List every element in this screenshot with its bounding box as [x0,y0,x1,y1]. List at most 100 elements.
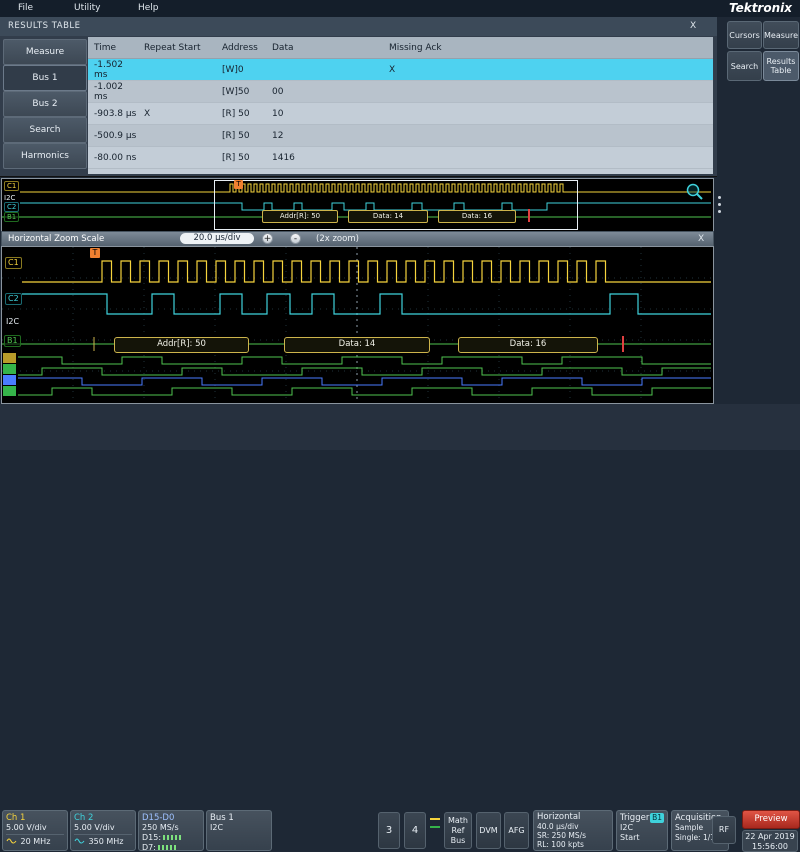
col-address: Address [216,37,266,59]
zoom-factor-label: (2x zoom) [316,234,359,244]
rf-button[interactable]: RF [712,816,736,844]
zoom-scale-value[interactable]: 20.0 µs/div [180,233,254,244]
cell-time: -1.502 ms [88,59,138,81]
waveform-overview[interactable]: C1 I2C C2 B1 T Addr[R]: 50 Data: 14 Data… [1,178,714,232]
preview-button[interactable]: Preview [742,810,800,829]
cell-address: [R] 50 [216,147,266,169]
status-bar: Ch 1 5.00 V/div 20 MHz Ch 2 5.00 V/div 3… [0,404,800,450]
cell-time: -500.9 µs [88,125,138,147]
tektronix-logo: Tektronix [729,1,792,15]
overview-stop-marker [528,209,530,222]
cell-data: 00 [266,81,383,103]
digital-name: D15-D0 [142,813,200,823]
cell-repeat-start: X [138,103,216,125]
cell-time: -903.8 µs [88,103,138,125]
cell-address: [R] 50 [216,125,266,147]
afg-button[interactable]: AFG [504,812,529,849]
overview-b1-label: B1 [4,212,19,222]
menu-help[interactable]: Help [138,3,159,13]
datetime-display[interactable]: 22 Apr 2019 15:56:00 [742,830,798,852]
cell-repeat-start [138,147,216,169]
trigger-source-chip: B1 [650,813,664,823]
results-table-button[interactable]: Results Table [763,51,799,81]
ch1-bandwidth: 20 MHz [21,837,51,846]
zoom-magnifier-icon[interactable] [686,183,704,201]
overview-ch1-label: C1 [4,181,19,191]
zoom-bar-label: Horizontal Zoom Scale [8,234,104,244]
table-row[interactable]: -1.502 ms [W]0 X [88,59,713,81]
zoom-b1-label: B1 [4,335,21,347]
menu-file[interactable]: File [18,3,33,13]
col-missing-ack: Missing Ack [383,37,713,59]
results-table-close-icon[interactable]: X [690,21,696,31]
cell-data [266,59,383,81]
horizontal-badge[interactable]: Horizontal 40.0 µs/div SR: 250 MS/s RL: … [533,810,613,851]
horizontal-rl: RL: 100 kpts [537,840,609,849]
results-tab-bus1[interactable]: Bus 1 [3,65,87,91]
panel-drawer-handle[interactable] [716,196,722,222]
table-row[interactable]: -1.002 ms [W]50 00 [88,81,713,103]
cell-repeat-start [138,125,216,147]
digital-group-handle[interactable] [3,364,16,374]
table-row[interactable]: -500.9 µs [R] 50 12 [88,125,713,147]
zoom-out-button[interactable]: - [290,233,301,244]
zoom-waveform-view[interactable]: C1 C2 I2C B1 T Addr[R]: 50 Data: 14 Data… [1,246,714,404]
digital-group-handle[interactable] [3,375,16,385]
cell-time: -80.00 ns [88,147,138,169]
zoom-close-icon[interactable]: X [698,234,704,244]
horizontal-title: Horizontal [537,813,609,822]
ch1-name: Ch 1 [6,813,64,823]
cell-time: -1.002 ms [88,81,138,103]
results-tab-harmonics[interactable]: Harmonics [3,143,87,169]
bandwidth-icon [74,836,86,844]
cursors-button[interactable]: Cursors [727,21,762,49]
measure-button[interactable]: Measure [763,21,799,49]
zoom-waveforms [2,247,711,401]
table-row[interactable]: -80.00 ns [R] 50 1416 [88,147,713,169]
menu-bar: File Utility Help [0,0,800,17]
digital-group-handle[interactable] [3,386,16,396]
digital-group-handle[interactable] [3,353,16,363]
table-row[interactable]: -903.8 µs X [R] 50 10 [88,103,713,125]
ch1-scale: 5.00 V/div [6,823,64,833]
zoom-in-button[interactable]: + [262,233,273,244]
d15-label: D15: [142,833,161,842]
overview-trigger-marker[interactable]: T [234,180,243,189]
bus1-name: Bus 1 [210,813,268,823]
ch4-button[interactable]: 4 [404,812,426,849]
search-button[interactable]: Search [727,51,762,81]
results-tab-bus2[interactable]: Bus 2 [3,91,87,117]
ch1-badge[interactable]: Ch 1 5.00 V/div 20 MHz [2,810,68,851]
ref-label: Ref [445,826,471,836]
ch2-badge[interactable]: Ch 2 5.00 V/div 350 MHz [70,810,136,851]
date-text: 22 Apr 2019 [743,832,797,842]
ch2-scale: 5.00 V/div [74,823,132,833]
horizontal-scale: 40.0 µs/div [537,822,609,831]
results-tab-search[interactable]: Search [3,117,87,143]
cell-repeat-start [138,59,216,81]
results-tab-measure[interactable]: Measure [3,39,87,65]
results-table: Time Repeat Start Address Data Missing A… [88,37,713,174]
digital-badge[interactable]: D15-D0 250 MS/s D15: D7: [138,810,204,851]
zoom-decode-data2: Data: 16 [458,337,598,353]
table-header-row: Time Repeat Start Address Data Missing A… [88,37,713,59]
ch3-button[interactable]: 3 [378,812,400,849]
bus1-badge[interactable]: Bus 1 I2C [206,810,272,851]
zoom-trigger-marker[interactable]: T [90,248,100,258]
results-table-titlebar: RESULTS TABLE X [0,17,717,36]
math-ref-bus-button[interactable]: Math Ref Bus [444,812,472,849]
dvm-button[interactable]: DVM [476,812,501,849]
trigger-badge[interactable]: TriggerB1 I2C Start [616,810,668,851]
math-trace-icon [430,818,440,820]
digital-rate: 250 MS/s [142,823,200,833]
d7-label: D7: [142,843,156,851]
cell-address: [W]0 [216,59,266,81]
cell-missing-ack [383,81,713,103]
overview-decode-data2: Data: 16 [438,210,516,223]
math-label: Math [445,816,471,826]
menu-utility[interactable]: Utility [74,3,100,13]
cell-missing-ack [383,125,713,147]
zoom-decode-data1: Data: 14 [284,337,430,353]
d7-bits-icon [158,845,178,850]
trigger-title: TriggerB1 [620,813,664,823]
